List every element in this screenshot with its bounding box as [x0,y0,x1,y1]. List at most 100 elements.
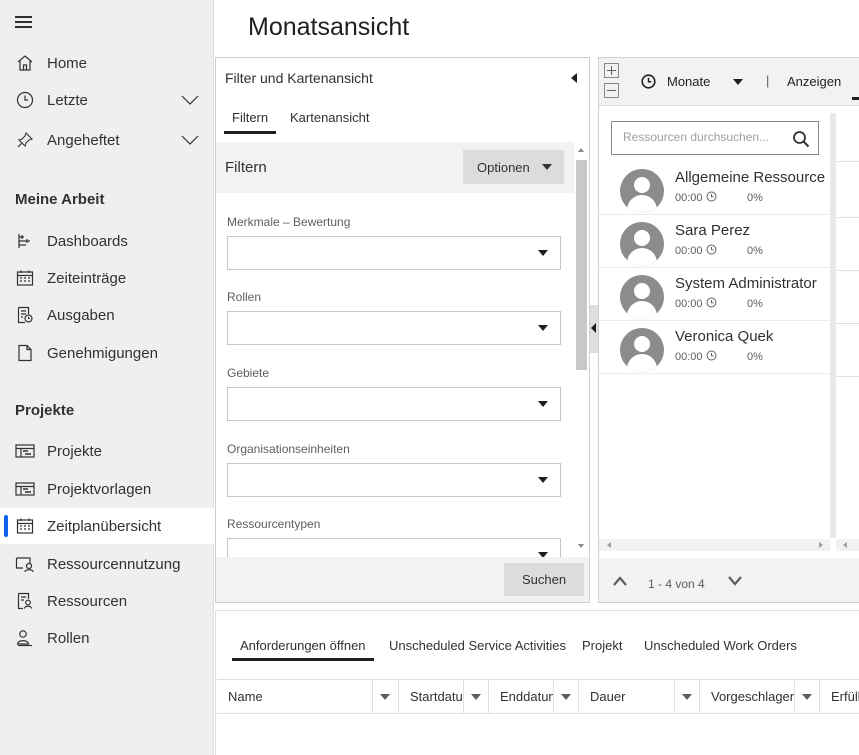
avatar [620,222,664,266]
tab-kartenansicht[interactable]: Kartenansicht [290,110,370,125]
scroll-down-icon[interactable] [578,544,584,548]
roles-select[interactable] [227,311,561,345]
sidebar-item-label: Letzte [47,91,88,109]
scroll-right-icon[interactable] [819,542,823,548]
clock-icon [706,244,717,255]
column-header-end-date[interactable]: Enddatum [489,680,579,714]
chevron-up-icon[interactable] [612,575,628,587]
clock-icon [641,74,656,89]
resource-row[interactable]: System Administrator 00:00 0% [599,268,830,321]
sidebar-item-label: Dashboards [47,232,128,250]
resource-time: 00:00 [675,298,703,310]
sidebar-item-time-entries[interactable]: Zeiteinträge [0,260,214,296]
project-template-icon [15,479,35,499]
filter-scrollbar[interactable] [575,146,588,554]
field-label-territories: Gebiete [227,366,270,380]
sidebar-item-resources[interactable]: Ressourcen [0,583,214,619]
filter-section-title: Filtern [225,159,267,176]
tab-unscheduled-work-orders[interactable]: Unscheduled Work Orders [644,638,797,653]
column-menu-icon[interactable] [674,680,699,714]
tab-unscheduled-service-activities[interactable]: Unscheduled Service Activities [389,638,566,653]
resource-name: Allgemeine Ressource [675,169,826,186]
sidebar-item-project-templates[interactable]: Projektvorlagen [0,471,214,507]
resource-search-input[interactable] [623,130,783,144]
scroll-left-icon[interactable] [843,542,847,548]
resource-time: 00:00 [675,245,703,257]
sidebar-item-label: Ressourcennutzung [47,555,181,573]
resources-icon [15,591,35,611]
resource-row[interactable]: Allgemeine Ressource 00:00 0% [599,162,830,215]
column-menu-icon[interactable] [463,680,488,714]
options-button[interactable]: Optionen [463,150,564,184]
column-menu-icon[interactable] [372,680,397,714]
search-icon[interactable] [792,130,810,148]
sidebar-item-label: Home [47,54,88,72]
grid-line [836,270,859,271]
column-menu-icon[interactable] [794,680,819,714]
resource-types-select[interactable] [227,538,561,557]
zoom-out-icon[interactable] [604,83,619,98]
view-type-select[interactable]: Monate [667,74,710,89]
calendar-icon [15,268,35,288]
avatar [620,169,664,213]
show-button[interactable]: Anzeigen [787,74,841,89]
sidebar-item-label: Genehmigungen [47,344,158,362]
search-button[interactable]: Suchen [504,563,584,596]
column-header-start-date[interactable]: Startdatum [399,680,489,714]
sidebar-item-expenses[interactable]: Ausgaben [0,297,214,333]
collapse-left-icon[interactable] [569,72,579,84]
org-units-select[interactable] [227,463,561,497]
field-label-resource-types: Ressourcentypen [227,517,321,531]
sidebar-item-approvals[interactable]: Genehmigungen [0,335,214,371]
sidebar-item-home[interactable]: Home [0,45,214,81]
tab-open-requirements[interactable]: Anforderungen öffnen [232,638,374,661]
hamburger-menu-icon[interactable] [15,16,32,28]
field-label-org-units: Organisationseinheiten [227,442,350,456]
horizontal-scrollbar[interactable] [836,539,859,551]
sidebar-item-pinned[interactable]: Angeheftet [0,122,214,158]
horizontal-scrollbar[interactable] [599,539,830,551]
caret-down-icon [538,325,548,331]
chevron-down-icon[interactable] [727,575,743,587]
resource-name: System Administrator [675,275,817,292]
tab-project[interactable]: Projekt [582,638,622,653]
column-header-proposed[interactable]: Vorgeschlagen [700,680,820,714]
column-header-duration[interactable]: Dauer [579,680,700,714]
column-scrollbar[interactable] [830,113,836,538]
scroll-up-icon[interactable] [578,148,584,152]
sidebar-item-dashboards[interactable]: Dashboards [0,223,214,259]
column-menu-icon[interactable] [553,680,578,714]
caret-down-icon [542,164,552,170]
section-title-projects: Projekte [15,402,75,419]
column-header-name[interactable]: Name [217,680,399,714]
characteristics-select[interactable] [227,236,561,270]
scroll-left-icon[interactable] [607,542,611,548]
sidebar-item-resource-utilization[interactable]: Ressourcennutzung [0,546,214,582]
zoom-in-icon[interactable] [604,63,619,78]
territories-select[interactable] [227,387,561,421]
divider [215,611,216,755]
sidebar-item-roles[interactable]: Rollen [0,620,214,656]
panel-splitter[interactable] [590,305,598,353]
avatar [620,275,664,319]
filter-panel: Filter und Kartenansicht Filtern Kartena… [215,57,590,603]
receipt-icon [15,305,35,325]
column-header-fulfilled[interactable]: Erfüllt [820,680,859,714]
requirements-grid-header: Name Startdatum Enddatum Dauer Vorgeschl… [217,679,859,714]
sidebar-item-recent[interactable]: Letzte [0,82,214,118]
resource-search [611,121,819,155]
chevron-down-icon[interactable] [181,91,199,109]
filter-footer: Suchen [216,557,589,602]
resource-row[interactable]: Veronica Quek 00:00 0% [599,321,830,374]
collapse-left-icon [591,323,596,333]
pin-icon [15,130,35,150]
sidebar-item-projects[interactable]: Projekte [0,433,214,469]
resource-panel: Monate | Anzeigen Allgemeine Ressource 0… [598,57,859,603]
caret-down-icon[interactable] [733,79,743,85]
resource-row[interactable]: Sara Perez 00:00 0% [599,215,830,268]
tab-filtern[interactable]: Filtern [223,110,277,134]
chevron-down-icon[interactable] [181,131,199,149]
scrollbar-thumb[interactable] [576,160,587,370]
sidebar-item-schedule-board[interactable]: Zeitplanübersicht [0,508,214,544]
sidebar-item-label: Angeheftet [47,131,120,149]
